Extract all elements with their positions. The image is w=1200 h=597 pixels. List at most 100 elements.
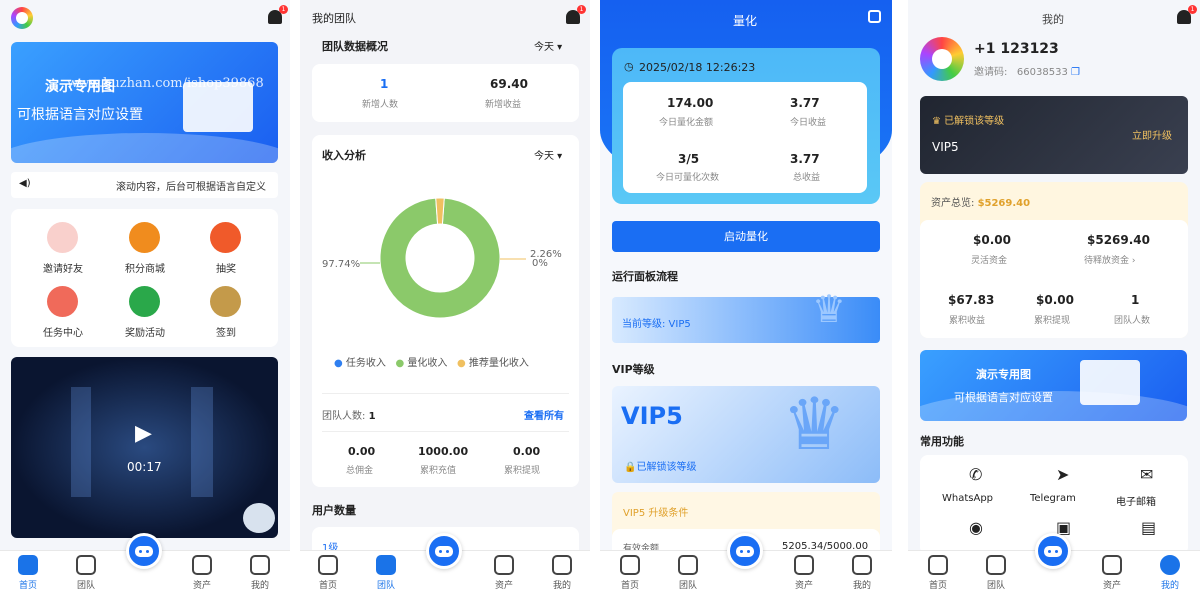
start-quant-button[interactable]: 启动量化 [612,221,880,252]
team-icon [376,555,396,575]
tab-assets[interactable]: 资产 [781,555,827,591]
gift-icon[interactable] [129,222,160,253]
record-icon[interactable] [868,10,881,23]
overview-card: 1 新增人数 69.40 新增收益 [312,64,579,122]
vip-card: VIP5 🔒已解锁该等级 ♛ [612,382,880,483]
income-period-select[interactable]: 今天 ▾ [534,147,562,162]
marquee-text: 滚动内容，后台可根据语言自定义 [116,182,266,193]
user-icon[interactable] [47,222,78,253]
notification-badge: 1 [1188,5,1197,14]
function-grid: 邀请好友 积分商城 抽奖 任务中心 奖励活动 签到 [11,209,278,347]
star-icon[interactable] [129,286,160,317]
tab-mine[interactable]: 我的 [839,555,885,591]
grid-label[interactable]: 积分商城 [120,260,170,275]
lock-icon[interactable]: ▤ [1141,518,1156,537]
browser-icon[interactable]: ◉ [969,518,983,537]
asset-label-link[interactable]: 待释放资金 › [1084,253,1135,266]
quant-stat-value: 3/5 [678,152,700,166]
tab-team[interactable]: 团队 [665,555,711,591]
upgrade-now-link[interactable]: 立即升级 [1132,127,1172,142]
user-data-title: 用户数量 [312,504,356,517]
robot-center-button[interactable] [1035,533,1071,569]
chart-label-right-2: 0% [532,258,548,269]
legend-item: 任务收入 [345,358,386,369]
notification-bell-icon[interactable]: 1 [268,5,288,24]
stat-value: 69.40 [490,77,528,91]
tab-home[interactable]: 首页 [607,555,653,591]
tab-home[interactable]: 首页 [305,555,351,591]
calendar-icon[interactable] [210,286,241,317]
tab-mine[interactable]: 我的 [1147,555,1193,591]
bottom-stat-label: 累积提现 [504,466,541,476]
grid-label[interactable]: 签到 [201,324,251,339]
bottom-stat-value: 1000.00 [418,445,469,458]
vip-unlocked: ♛ 已解锁该等级 [932,116,1005,127]
asset-value: 1 [1131,293,1140,307]
tab-home[interactable]: 首页 [915,555,961,591]
wheel-icon[interactable] [210,222,241,253]
copy-icon[interactable]: ❐ [1071,67,1080,78]
telegram-icon[interactable]: ➤ [1056,465,1069,484]
list-icon[interactable] [47,286,78,317]
tab-team[interactable]: 团队 [63,555,109,591]
team-icon [76,555,96,575]
team-icon [678,555,698,575]
email-icon[interactable]: ✉ [1140,465,1153,484]
whatsapp-icon[interactable]: ✆ [969,465,982,484]
page-title: 我的 [1042,13,1064,26]
tab-team[interactable]: 团队 [973,555,1019,591]
view-all-link[interactable]: 查看所有 [524,407,564,422]
profile-icon [852,555,872,575]
play-icon[interactable]: ▶ [135,421,152,446]
grid-label[interactable]: 任务中心 [38,324,88,339]
home-screen: 1 演示专用图 www.huzhan.com/ishop39868 可根据语言对… [0,0,290,597]
bottom-stat-value: 0.00 [513,445,541,458]
video-player[interactable]: ▶ 00:17 [11,357,278,538]
avatar[interactable] [920,37,964,81]
robot-center-button[interactable] [727,533,763,569]
divider [322,393,569,394]
overview-period-select[interactable]: 今天 ▾ [534,38,562,53]
tab-assets[interactable]: 资产 [481,555,527,591]
vip-level: VIP5 [932,140,959,154]
asset-value: $67.83 [948,293,995,307]
asset-label: 灵活资金 [971,256,1008,266]
vip-unlocked: 🔒已解锁该等级 [624,462,697,473]
vip-title: VIP等级 [612,363,655,376]
asset-value: $5269.40 [1087,233,1151,247]
team-icon [986,555,1006,575]
function-label[interactable]: Telegram [1030,493,1076,504]
clock-icon: ◷ [624,60,634,73]
notification-bell-icon[interactable]: 1 [566,5,586,24]
tab-home[interactable]: 首页 [5,555,51,591]
grid-label[interactable]: 抽奖 [201,260,251,275]
robot-center-button[interactable] [126,533,162,569]
banner-illustration [1080,360,1140,405]
asset-label: 累积收益 [949,316,986,326]
notification-bell-icon[interactable]: 1 [1177,5,1197,24]
promo-banner[interactable]: 演示专用图 www.huzhan.com/ishop39868 可根据语言对应设… [11,42,278,163]
tab-assets[interactable]: 资产 [1089,555,1135,591]
wallet-icon [192,555,212,575]
grid-label[interactable]: 邀请好友 [38,260,88,275]
promo-banner[interactable]: 演示专用图 可根据语言对应设置 [920,350,1187,421]
vip-badge: VIP5 [621,402,683,430]
tab-assets[interactable]: 资产 [179,555,225,591]
crown-icon: ♛ [932,116,941,127]
function-label[interactable]: WhatsApp [942,493,993,504]
datetime: 2025/02/18 12:26:23 [639,61,756,74]
tab-team[interactable]: 团队 [363,555,409,591]
page-title: 我的团队 [312,12,356,25]
robot-center-button[interactable] [426,533,462,569]
profile-icon [250,555,270,575]
grid-label[interactable]: 奖励活动 [120,324,170,339]
chatbot-icon[interactable] [243,503,275,533]
quant-stats-grid: 174.00 今日量化金额 3.77 今日收益 3/5 今日可量化次数 3.77… [623,82,867,193]
tab-mine[interactable]: 我的 [539,555,585,591]
donut-slice-推荐量化收入 [435,197,445,225]
income-card: 收入分析 今天 ▾ 97.74% 2.26% 0% ● 任务收入 ● 量化收入 … [312,135,579,487]
function-label[interactable]: 电子邮箱 [1116,493,1156,508]
profile-icon [1160,555,1180,575]
legend-dot: ● [456,358,466,369]
tab-mine[interactable]: 我的 [237,555,283,591]
